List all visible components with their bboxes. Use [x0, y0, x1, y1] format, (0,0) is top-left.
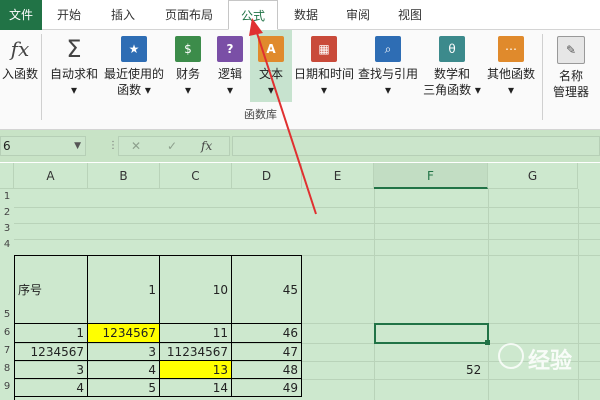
- annotation-arrow: [249, 18, 317, 215]
- arrow-line: [255, 29, 317, 215]
- arrow-head: [249, 18, 263, 36]
